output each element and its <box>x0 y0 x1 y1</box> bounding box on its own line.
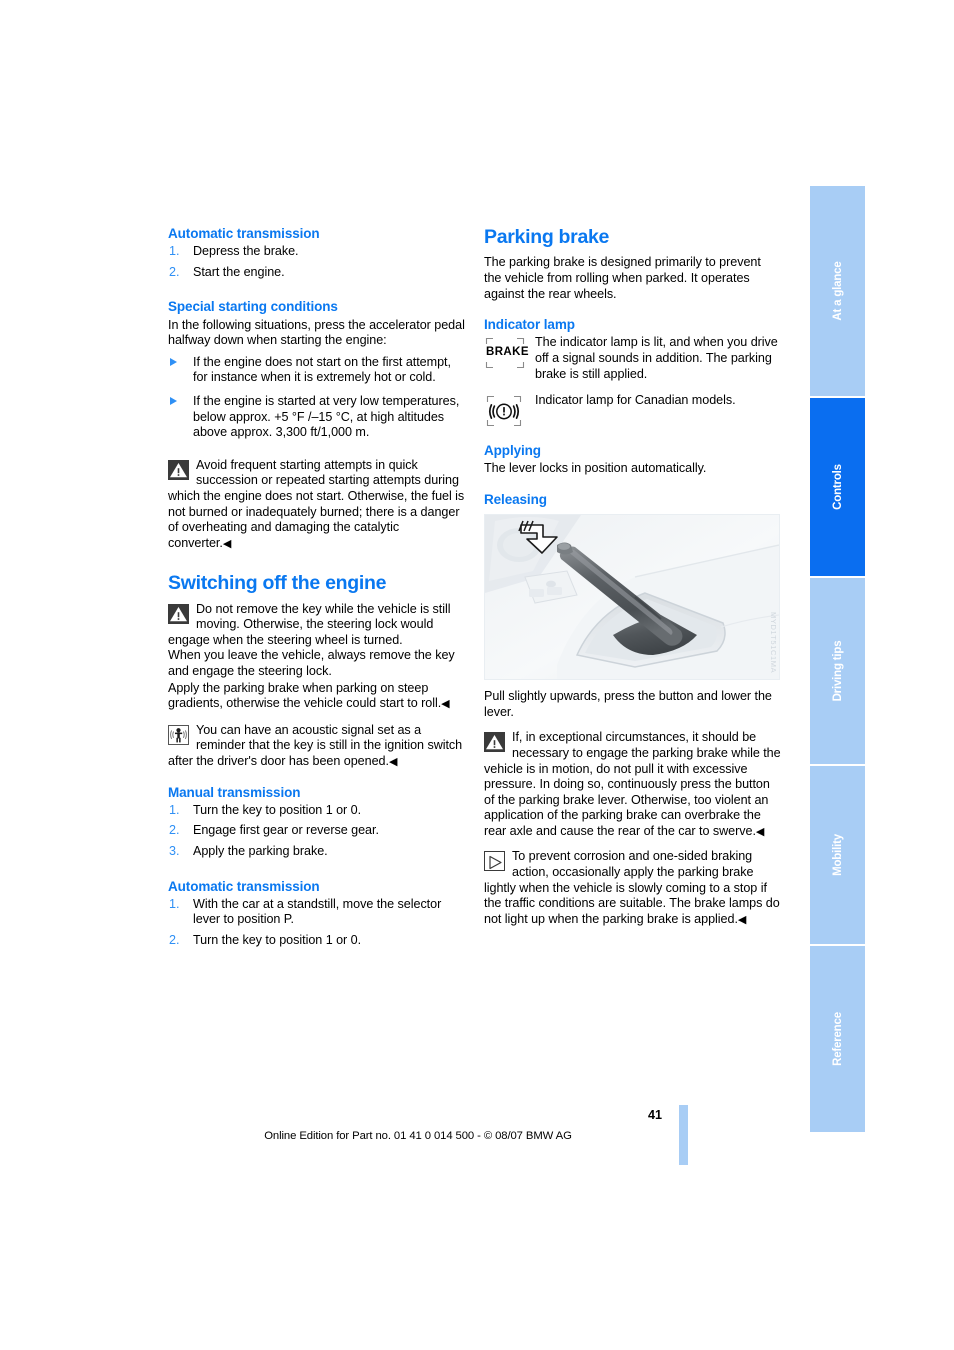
brake-indicator-lamp-icon: BRAKE <box>484 336 529 370</box>
applying-text: The lever locks in position automaticall… <box>484 461 707 476</box>
right-text-column: Parking brake The parking brake is desig… <box>484 226 781 928</box>
special-starting-items: If the engine does not start on the firs… <box>168 355 465 441</box>
list-item: 1. Turn the key to position 1 or 0. <box>168 803 465 819</box>
tab-reference[interactable]: Reference <box>810 946 865 1132</box>
indicator-lamp-canada-row: Indicator lamp for Canadian models. <box>484 393 781 427</box>
step-number: 1. <box>169 802 180 817</box>
tab-label: Controls <box>831 464 844 510</box>
step-number: 1. <box>169 896 180 911</box>
list-item: 1. With the car at a standstill, move the… <box>168 897 465 928</box>
tab-label: Driving tips <box>831 640 844 702</box>
heading-automatic-transmission: Automatic transmission <box>168 226 320 241</box>
special-starting-intro: In the following situations, press the a… <box>168 317 465 348</box>
warning-text: If, in exceptional circumstances, it sho… <box>484 730 781 838</box>
left-text-column: Automatic transmission 1. Depress the bra… <box>168 226 465 954</box>
heading-indicator-lamp: Indicator lamp <box>484 317 575 333</box>
end-marker: ◀ <box>388 756 398 769</box>
end-marker: ◀ <box>441 698 450 711</box>
list-item: 2. Start the engine. <box>168 265 465 281</box>
warning-remove-key: Do not remove the key while the vehicle … <box>168 602 465 649</box>
note-text: To prevent corrosion and one-sided braki… <box>484 849 780 926</box>
tab-label: Reference <box>831 1012 844 1066</box>
warning-triangle-icon <box>484 732 505 753</box>
end-marker: ◀ <box>737 913 747 926</box>
parking-brake-lever-photo: MYD1T51C1MA <box>484 514 780 681</box>
brake-lamp-label: BRAKE <box>486 346 529 359</box>
canadian-lamp-description: Indicator lamp for Canadian models. <box>535 393 736 408</box>
footer-accent-bar <box>679 1105 688 1165</box>
tab-controls[interactable]: Controls <box>810 398 865 578</box>
parking-brake-intro: The parking brake is designed primarily … <box>484 255 761 301</box>
list-item-text: If the engine is started at very low tem… <box>193 393 460 440</box>
step-number: 2. <box>169 823 180 838</box>
warning-text: Do not remove the key while the vehicle … <box>168 601 451 647</box>
step-number: 2. <box>169 264 180 279</box>
releasing-instruction: Pull slightly upwards, press the button … <box>484 689 772 719</box>
end-marker: ◀ <box>222 537 232 550</box>
footer-edition-notice: Online Edition for Part no. 01 41 0 014 … <box>264 1130 572 1142</box>
switch-off-paragraph-2-text: Apply the parking brake when parking on … <box>168 680 442 711</box>
note-acoustic-signal: You can have an acoustic signal set as a… <box>168 723 465 771</box>
list-item: 1. Depress the brake. <box>168 244 465 260</box>
switch-off-paragraph-1: When you leave the vehicle, always remov… <box>168 648 455 679</box>
chapter-tabs-sidebar: At a glance Controls Driving tips Mobili… <box>810 186 865 1132</box>
step-text: Depress the brake. <box>193 244 299 259</box>
switch-off-paragraph-2: Apply the parking brake when parking on … <box>168 681 465 713</box>
list-item: If the engine is started at very low tem… <box>168 394 465 441</box>
heading-automatic-transmission-2: Automatic transmission <box>168 878 320 894</box>
list-item: If the engine does not start on the firs… <box>168 355 465 386</box>
warning-brake-in-motion: If, in exceptional circumstances, it sho… <box>484 730 781 840</box>
photo-reference-code: MYD1T51C1MA <box>769 611 778 674</box>
page-number: 41 <box>647 1108 662 1122</box>
tab-label: Mobility <box>831 834 844 876</box>
automatic-transmission-steps: 1. Depress the brake. 2. Start the engine. <box>168 244 465 280</box>
heading-switching-off-the-engine: Switching off the engine <box>168 572 387 595</box>
triangle-bullet-icon <box>170 357 177 366</box>
list-item-text: If the engine does not start on the firs… <box>193 354 451 385</box>
tab-label: At a glance <box>831 261 844 321</box>
manual-transmission-steps: 1. Turn the key to position 1 or 0. 2. Eng… <box>168 803 465 860</box>
triangle-bullet-icon <box>170 396 177 405</box>
warning-text: Avoid frequent starting attempts in quic… <box>168 457 465 550</box>
step-text: Start the engine. <box>193 264 285 279</box>
heading-special-starting-conditions: Special starting conditions <box>168 299 338 315</box>
step-number: 1. <box>169 244 180 259</box>
tab-at-a-glance[interactable]: At a glance <box>810 186 865 398</box>
canadian-brake-indicator-lamp-icon <box>484 394 526 428</box>
step-number: 3. <box>169 844 180 859</box>
step-text: Turn the key to position 1 or 0. <box>193 932 362 947</box>
list-item: 3. Apply the parking brake. <box>168 844 465 860</box>
warning-triangle-icon <box>168 603 189 624</box>
automatic-transmission-steps-2: 1. With the car at a standstill, move the… <box>168 897 465 949</box>
step-text: Apply the parking brake. <box>193 844 328 859</box>
heading-parking-brake: Parking brake <box>484 226 610 248</box>
note-text: You can have an acoustic signal set as a… <box>168 722 463 769</box>
warning-triangle-icon <box>168 459 189 480</box>
indicator-lamp-brake-row: BRAKE The indicator lamp is lit, and whe… <box>484 335 781 382</box>
note-triangle-icon <box>484 851 505 872</box>
step-number: 2. <box>169 932 180 947</box>
acoustic-signal-person-icon <box>168 724 189 745</box>
warning-starting-attempts: Avoid frequent starting attempts in quic… <box>168 458 465 553</box>
list-item: 2. Engage first gear or reverse gear. <box>168 823 465 839</box>
tab-driving-tips[interactable]: Driving tips <box>810 578 865 766</box>
note-prevent-corrosion: To prevent corrosion and one-sided braki… <box>484 849 781 928</box>
heading-manual-transmission: Manual transmission <box>168 784 301 800</box>
step-text: With the car at a standstill, move the s… <box>193 896 442 927</box>
manual-page: Automatic transmission 1. Depress the bra… <box>0 0 954 1350</box>
step-text: Engage first gear or reverse gear. <box>193 823 379 838</box>
end-marker: ◀ <box>755 825 765 838</box>
step-text: Turn the key to position 1 or 0. <box>193 802 362 817</box>
brake-lamp-description: The indicator lamp is lit, and when you … <box>535 335 778 381</box>
tab-mobility[interactable]: Mobility <box>810 766 865 946</box>
heading-applying: Applying <box>484 443 541 459</box>
heading-releasing: Releasing <box>484 491 547 507</box>
list-item: 2. Turn the key to position 1 or 0. <box>168 933 465 949</box>
